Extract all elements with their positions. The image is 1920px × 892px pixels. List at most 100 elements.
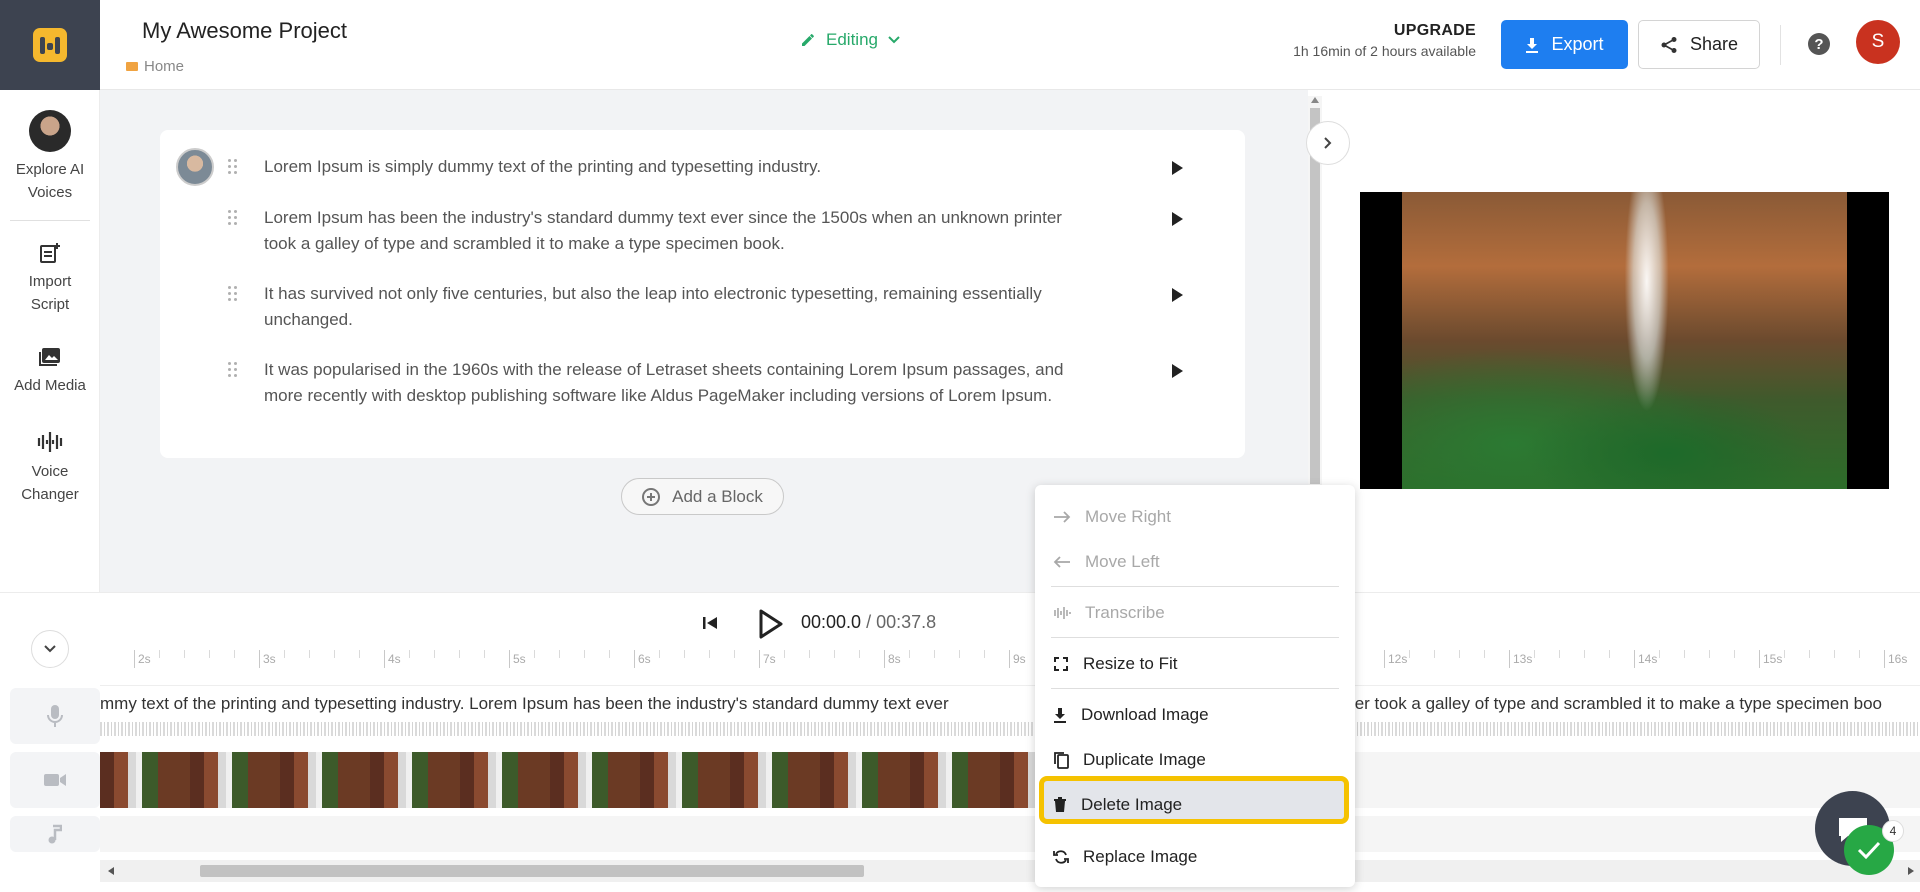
image-clip[interactable] [100,752,1040,808]
chevron-right-icon [1324,137,1332,149]
menu-item-move-right[interactable]: Move Right [1053,507,1171,527]
script-card: Lorem Ipsum is simply dummy text of the … [160,130,1245,458]
voice-avatar[interactable] [176,148,214,186]
ruler-label: 15s [1763,652,1783,666]
voice-track[interactable]: mmy text of the printing and typesetting… [100,688,1920,744]
drag-handle-icon[interactable] [228,159,238,175]
folder-icon [126,62,138,71]
download-icon [1054,708,1066,723]
video-track[interactable] [100,752,1920,808]
video-camera-icon [44,774,66,786]
scroll-up-icon[interactable] [1311,97,1319,103]
play-block-icon[interactable] [1172,288,1183,302]
top-bar: My Awesome Project Home Editing UPGRADE … [0,0,1920,90]
context-menu: Move Right Move Left Transcribe Resize t… [1035,485,1355,887]
share-button[interactable]: Share [1638,20,1760,69]
menu-item-label: Transcribe [1085,603,1165,622]
import-script-icon [40,243,60,263]
left-sidebar: Explore AI Voices Import Script Add Medi… [0,90,100,592]
ruler-tick [259,650,260,668]
play-icon[interactable] [758,609,784,639]
breadcrumb-home[interactable]: Home [144,58,184,75]
resize-icon [1054,657,1068,671]
ruler-label: 16s [1888,652,1908,666]
menu-item-move-left[interactable]: Move Left [1053,552,1160,572]
ruler-tick [134,650,135,668]
project-title[interactable]: My Awesome Project [142,18,347,44]
audio-waveform [100,722,1920,736]
skip-back-icon[interactable] [702,615,718,631]
menu-item-duplicate-image[interactable]: Duplicate Image [1053,750,1206,770]
video-track-header[interactable] [10,752,100,808]
ruler-label: 9s [1013,652,1026,666]
download-icon [1526,37,1539,53]
upgrade-link[interactable]: UPGRADE [1293,22,1476,40]
help-icon[interactable]: ? [1808,33,1830,55]
collapse-timeline-button[interactable] [31,630,69,668]
block-text[interactable]: Lorem Ipsum is simply dummy text of the … [264,154,1084,180]
timeline-ruler[interactable]: 2s 3s 4s 5s 6s 7s 8s 9s 12s 13s 14s 15s … [100,650,1920,686]
arrow-left-icon [1053,556,1070,568]
scroll-left-icon[interactable] [108,867,114,875]
block-text[interactable]: It has survived not only five centuries,… [264,281,1084,333]
user-avatar[interactable]: S [1856,20,1900,64]
menu-item-download-image[interactable]: Download Image [1053,705,1209,725]
current-time: 00:00.0 [801,612,862,632]
app-logo[interactable] [0,0,100,90]
menu-item-label: Delete Image [1081,795,1183,814]
sidebar-item-import-script[interactable]: Import Script [0,242,100,316]
menu-item-resize-to-fit[interactable]: Resize to Fit [1053,654,1177,674]
ruler-label: 6s [638,652,651,666]
timeline-scrollbar[interactable] [100,860,1920,882]
drag-handle-icon[interactable] [228,286,238,302]
menu-item-label: Duplicate Image [1083,750,1206,769]
block-text[interactable]: It was popularised in the 1960s with the… [264,357,1084,409]
ruler-tick [759,650,760,668]
play-block-icon[interactable] [1172,364,1183,378]
breadcrumb[interactable]: Home [126,58,184,75]
drag-handle-icon[interactable] [228,210,238,226]
ruler-tick [1884,650,1885,668]
ruler-label: 8s [888,652,901,666]
timeline-scroll-thumb[interactable] [200,865,864,877]
share-icon [1661,36,1677,53]
voice-track-header[interactable] [10,688,100,744]
video-preview[interactable] [1360,192,1889,489]
music-track[interactable] [100,816,1920,852]
menu-item-replace-image[interactable]: Replace Image [1053,847,1197,867]
add-block-button[interactable]: Add a Block [621,478,784,515]
sidebar-item-label: Voice Changer [21,463,79,503]
ruler-tick [384,650,385,668]
sidebar-item-label: Import Script [28,273,72,313]
sidebar-item-explore-ai-voices[interactable]: Explore AI Voices [0,110,100,204]
music-track-header[interactable] [10,816,100,852]
menu-item-label: Resize to Fit [1083,654,1178,673]
collapse-panel-button[interactable] [1306,121,1350,165]
ruler-tick [1634,650,1635,668]
notification-count-badge: 4 [1882,820,1904,842]
ai-voice-avatar [29,110,71,152]
upgrade-info[interactable]: UPGRADE 1h 16min of 2 hours available [1293,22,1476,59]
menu-item-delete-image[interactable]: Delete Image [1053,795,1182,815]
menu-item-label: Replace Image [1083,847,1198,866]
mode-dropdown[interactable]: Editing [800,30,900,50]
sidebar-item-label: Explore AI Voices [15,161,85,201]
block-text[interactable]: Lorem Ipsum has been the industry's stan… [264,205,1084,257]
audio-transcript-right: ter took a galley of type and scrambled … [1350,694,1883,713]
menu-separator [1051,586,1339,587]
scroll-right-icon[interactable] [1908,867,1914,875]
drag-handle-icon[interactable] [228,362,238,378]
sidebar-item-label: Add Media [14,377,86,394]
transcribe-icon [1054,607,1071,619]
menu-item-transcribe[interactable]: Transcribe [1053,603,1165,623]
audio-transcript-left: mmy text of the printing and typesetting… [100,694,949,713]
ruler-label: 2s [138,652,151,666]
editor-scroll-thumb[interactable] [1310,108,1320,484]
menu-separator [1051,688,1339,689]
sidebar-item-add-media[interactable]: Add Media [0,346,100,397]
export-button[interactable]: Export [1501,20,1628,69]
play-block-icon[interactable] [1172,212,1183,226]
play-block-icon[interactable] [1172,161,1183,175]
ruler-tick [1759,650,1760,668]
sidebar-item-voice-changer[interactable]: Voice Changer [0,430,100,506]
